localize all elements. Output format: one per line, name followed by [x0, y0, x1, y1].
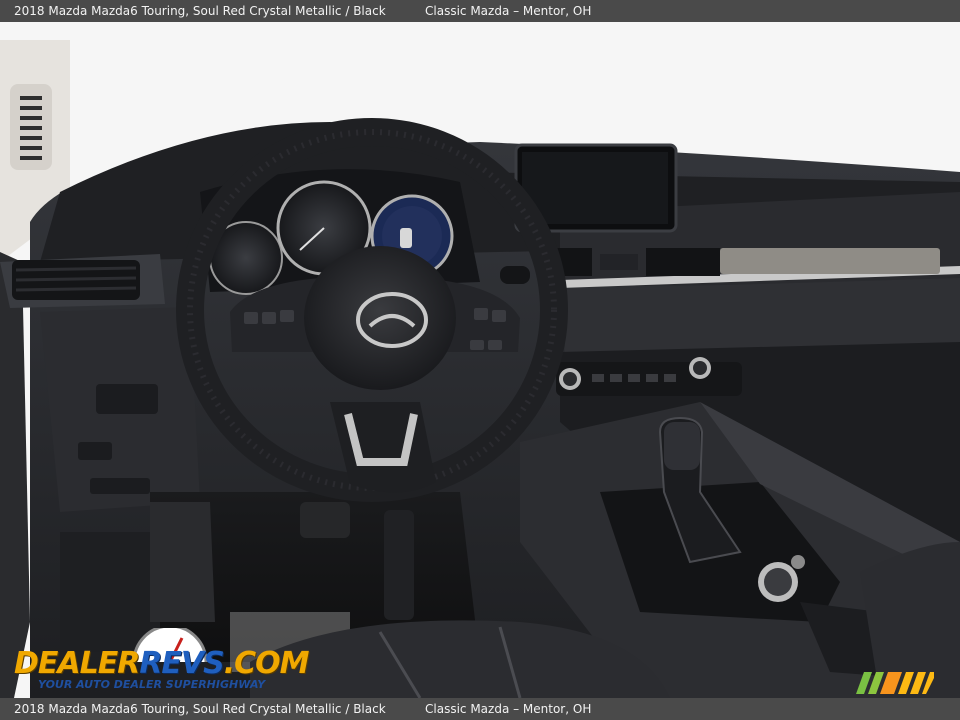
interior-photo — [0, 22, 960, 698]
dealer-caption: Classic Mazda – Mentor, OH — [425, 702, 592, 716]
dealer-caption: Classic Mazda – Mentor, OH — [425, 4, 592, 18]
stripes-logo-icon — [856, 672, 934, 694]
dealerrevs-watermark: DEALERREVS.COM YOUR AUTO DEALER SUPERHIG… — [12, 628, 310, 694]
vehicle-caption: 2018 Mazda Mazda6 Touring, Soul Red Crys… — [14, 702, 386, 716]
bottom-caption-bar: 2018 Mazda Mazda6 Touring, Soul Red Crys… — [0, 698, 960, 720]
dealerrevs-logo: DEALERREVS.COM — [14, 646, 310, 681]
top-caption-bar: 2018 Mazda Mazda6 Touring, Soul Red Crys… — [0, 0, 960, 22]
dealerrevs-tagline: YOUR AUTO DEALER SUPERHIGHWAY — [38, 678, 266, 691]
vehicle-caption: 2018 Mazda Mazda6 Touring, Soul Red Crys… — [14, 4, 386, 18]
